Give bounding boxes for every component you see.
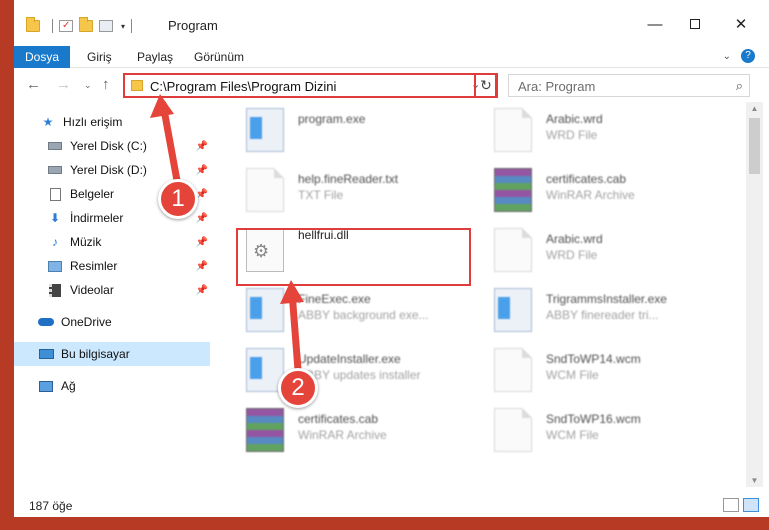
arrow-to-address [159,100,182,190]
arrow-head [280,280,304,304]
callout-step-2: 2 [278,368,318,408]
callout-step-1: 1 [158,179,198,219]
arrow-to-file [288,288,302,374]
arrow-head [150,94,174,118]
annotation-arrows [150,94,304,374]
